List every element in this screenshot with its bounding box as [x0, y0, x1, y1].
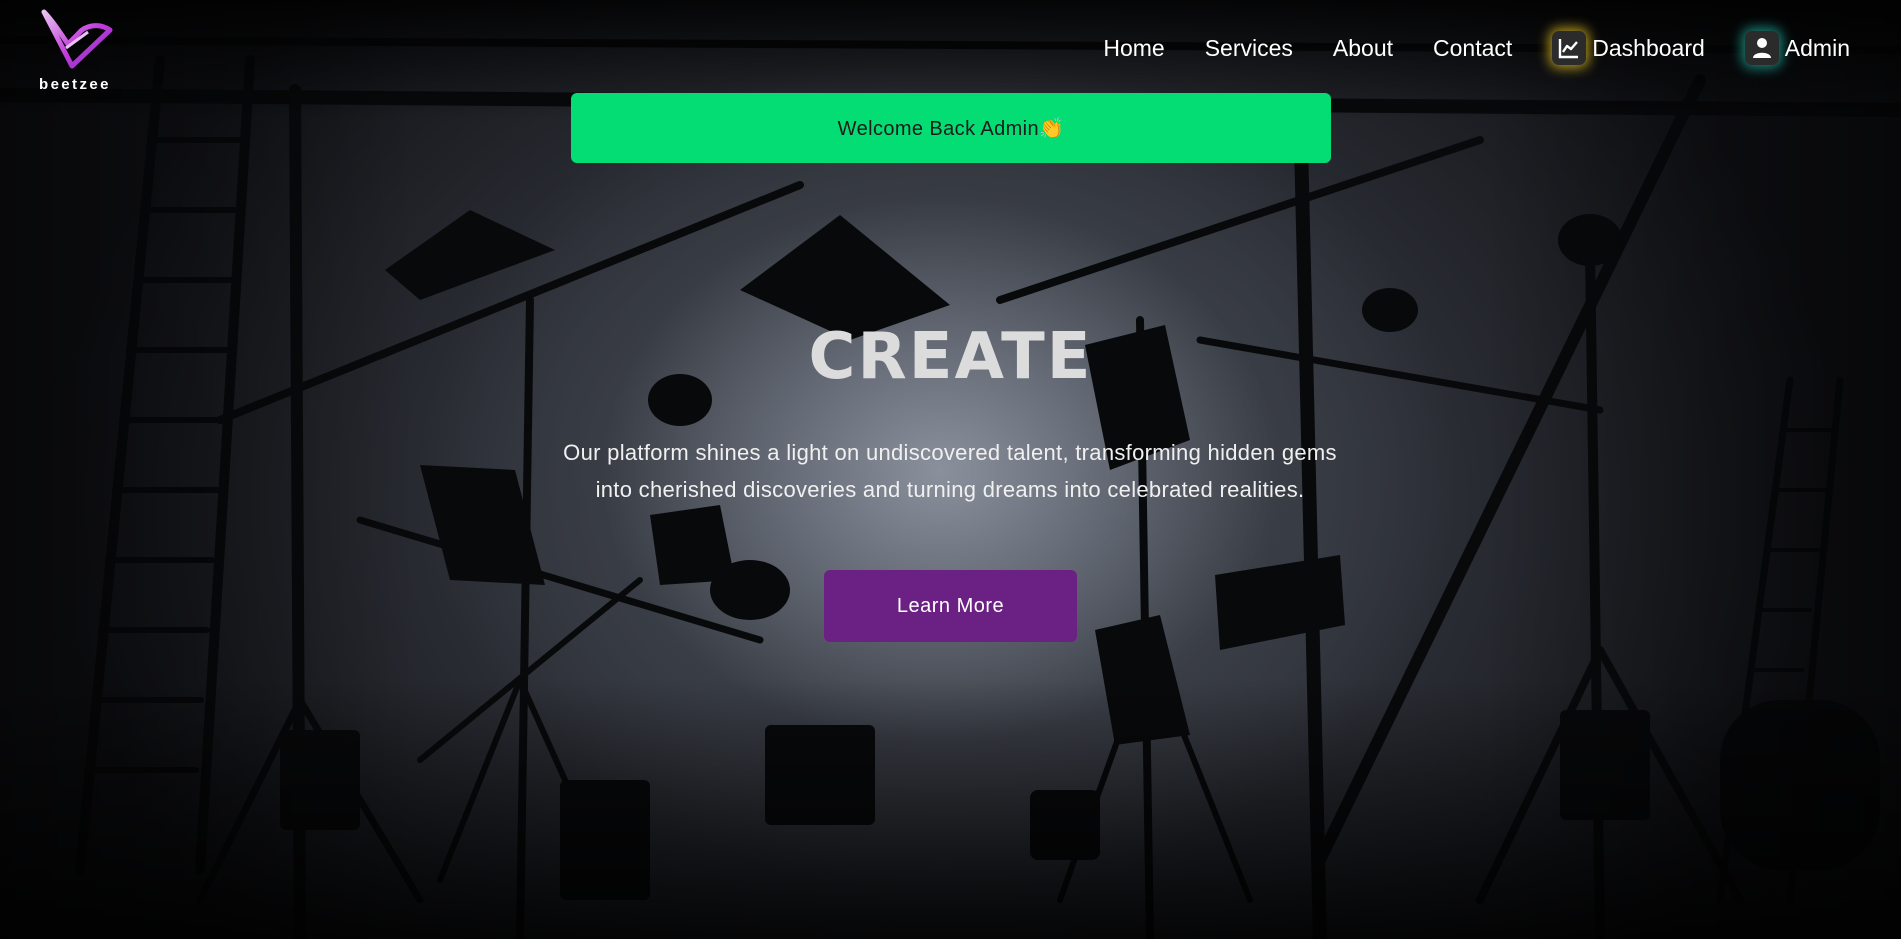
hero-description: Our platform shines a light on undiscove…	[563, 440, 1337, 502]
nav-admin[interactable]: Admin	[1744, 31, 1850, 65]
nav-dashboard-label: Dashboard	[1592, 34, 1705, 61]
main-nav: Home Services About Contact Dashboard Ad…	[1103, 28, 1850, 68]
learn-more-button[interactable]: Learn More	[824, 570, 1077, 642]
beetzee-logo-icon	[41, 9, 113, 69]
nav-admin-label: Admin	[1784, 34, 1850, 61]
hero-title: CREATE	[808, 320, 1093, 394]
nav-dashboard[interactable]: Dashboard	[1552, 31, 1705, 65]
bottom-vignette	[0, 679, 1901, 939]
welcome-banner: Welcome Back Admin👏	[571, 93, 1331, 163]
nav-link-services[interactable]: Services	[1205, 35, 1293, 62]
chart-line-icon	[1552, 31, 1587, 65]
nav-link-home[interactable]: Home	[1103, 35, 1164, 62]
brand-name: beetzee	[39, 76, 111, 93]
nav-link-contact[interactable]: Contact	[1433, 35, 1512, 62]
nav-link-about[interactable]: About	[1333, 35, 1393, 62]
user-icon	[1744, 31, 1779, 65]
brand-logo[interactable]: beetzee	[36, 8, 116, 93]
